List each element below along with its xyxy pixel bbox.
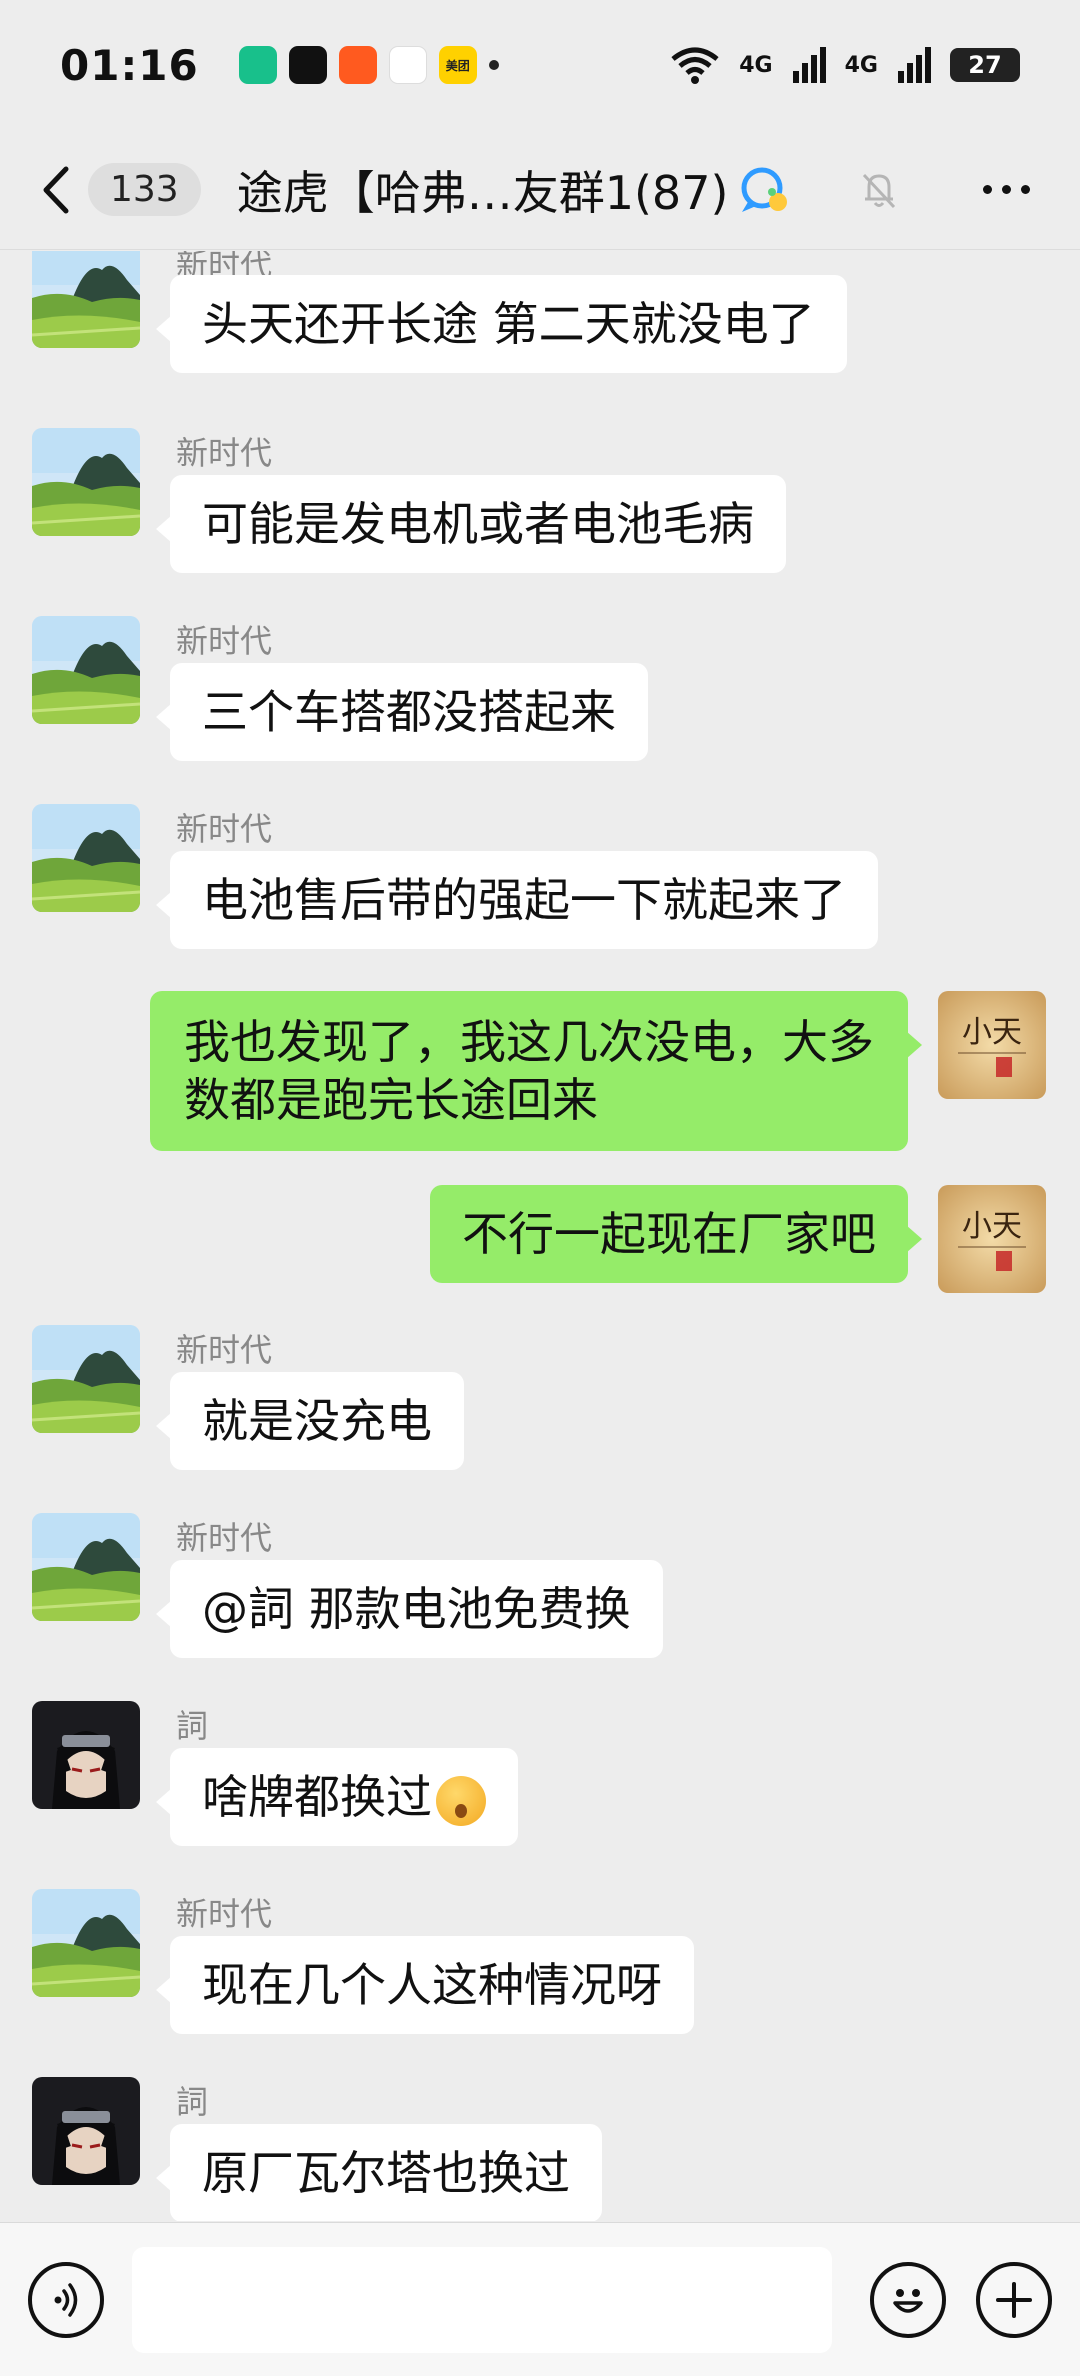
message-text: 不行一起现在厂家吧: [462, 1207, 876, 1261]
chat-title[interactable]: 途虎【哈弗…友群1(87): [237, 157, 729, 223]
message-bubble[interactable]: 啥牌都换过: [156, 1748, 518, 1846]
voice-icon: [54, 2282, 78, 2317]
message-bubble[interactable]: @詞 那款电池免费换: [156, 1560, 663, 1658]
unread-count-badge: 133: [88, 163, 201, 216]
bell-muted-icon: [863, 173, 896, 208]
voice-input-button[interactable]: [28, 2261, 104, 2338]
input-bar: [0, 2222, 1080, 2376]
sender-name: 新时代: [176, 1519, 273, 1557]
battery-indicator: 27: [950, 48, 1020, 82]
smiley-icon: [893, 2288, 923, 2313]
app-icon-3: [338, 46, 377, 84]
status-bar: 01:16 美团 4G 4G 27: [0, 0, 1080, 130]
avatar-logo-text: 小天: [962, 1209, 1022, 1244]
sender-avatar[interactable]: [32, 804, 140, 912]
more-notifications-dot: [488, 60, 499, 70]
message-bubble[interactable]: 我也发现了，我这几次没电，大多 数都是跑完长途回来: [150, 991, 922, 1151]
network-type-2: 4G: [844, 52, 878, 78]
app-icon-1: [238, 46, 277, 84]
back-button[interactable]: 133: [40, 160, 201, 220]
sender-name: 新时代: [176, 434, 273, 472]
more-dot: [1002, 185, 1011, 194]
tiktok-icon: [288, 46, 327, 84]
status-indicators: 4G 4G 27: [669, 45, 1020, 85]
message-text: 三个车搭都没搭起来: [202, 685, 616, 739]
meituan-icon: 美团: [438, 46, 477, 84]
status-time: 01:16: [60, 40, 199, 90]
more-options-button[interactable]: [983, 185, 1030, 194]
sender-avatar[interactable]: [32, 1513, 140, 1621]
more-actions-button[interactable]: [976, 2261, 1052, 2338]
network-type-1: 4G: [739, 52, 773, 78]
message-text: 就是没充电: [202, 1394, 432, 1448]
message-bubble[interactable]: 现在几个人这种情况呀: [156, 1936, 694, 2034]
sender-name: 新时代: [176, 810, 273, 848]
avatar-logo-text: 小天: [962, 1015, 1022, 1050]
sender-avatar[interactable]: [32, 251, 140, 348]
sender-name: 新时代: [176, 622, 273, 660]
message-input[interactable]: [132, 2246, 832, 2353]
sender-avatar[interactable]: [32, 1325, 140, 1433]
signal-icon-1: [792, 47, 826, 83]
signal-icon-2: [898, 47, 931, 83]
plus-icon: [996, 2281, 1032, 2318]
sender-avatar[interactable]: [32, 428, 140, 536]
notification-app-icons: 美团: [238, 46, 477, 84]
message-text: @詞 那款电池免费换: [202, 1582, 631, 1636]
sender-avatar[interactable]: [32, 1889, 140, 1997]
message-list[interactable]: 新时代 头天还开长途 第二天就没电了 新时代 可能是发电机或者电池毛病 新时代 …: [0, 251, 1080, 2221]
message-bubble[interactable]: 不行一起现在厂家吧: [430, 1185, 922, 1283]
surprised-face-emoji-icon: [436, 1775, 486, 1826]
sender-avatar[interactable]: [32, 1701, 140, 1809]
game-icon: [388, 46, 427, 84]
chevron-left-icon: [40, 160, 80, 220]
input-actions: [870, 2261, 1052, 2338]
more-dot: [1021, 185, 1030, 194]
my-avatar[interactable]: 小天: [938, 1185, 1046, 1293]
sender-avatar[interactable]: [32, 616, 140, 724]
message-text: 现在几个人这种情况呀: [202, 1958, 662, 2012]
message-bubble[interactable]: 原厂瓦尔塔也换过: [156, 2124, 602, 2221]
emoji-button[interactable]: [870, 2261, 946, 2338]
chat-header: 133 途虎【哈弗…友群1(87): [0, 130, 1080, 250]
sender-name: 新时代: [176, 1331, 273, 1369]
message-text: 数都是跑完长途回来: [184, 1073, 598, 1127]
sender-name: 新时代: [176, 1895, 273, 1933]
message-bubble[interactable]: 电池售后带的强起一下就起来了: [156, 851, 878, 949]
message-bubble[interactable]: 就是没充电: [156, 1372, 464, 1470]
message-text: 我也发现了，我这几次没电，大多: [184, 1015, 874, 1069]
sender-name: 詞: [176, 1707, 209, 1745]
message-bubble[interactable]: 三个车搭都没搭起来: [156, 663, 648, 761]
my-avatar[interactable]: 小天: [938, 991, 1046, 1099]
wifi-icon: [671, 47, 719, 84]
message-bubble[interactable]: 可能是发电机或者电池毛病: [156, 475, 786, 573]
more-dot: [983, 185, 992, 194]
message-text: 可能是发电机或者电池毛病: [202, 497, 754, 551]
sender-avatar[interactable]: [32, 2077, 140, 2185]
message-text: 啥牌都换过: [202, 1770, 432, 1824]
message-text: 电池售后带的强起一下就起来了: [202, 873, 846, 927]
message-text: 原厂瓦尔塔也换过: [202, 2146, 570, 2200]
sender-name: 詞: [176, 2083, 209, 2121]
chat-screen: 01:16 美团 4G 4G 27 133 途虎【哈弗…友群1(87) 新时代 …: [0, 0, 1080, 2376]
message-text: 头天还开长途 第二天就没电了: [202, 297, 815, 351]
group-chat-icon: [741, 167, 788, 212]
message-bubble[interactable]: 头天还开长途 第二天就没电了: [156, 275, 847, 373]
